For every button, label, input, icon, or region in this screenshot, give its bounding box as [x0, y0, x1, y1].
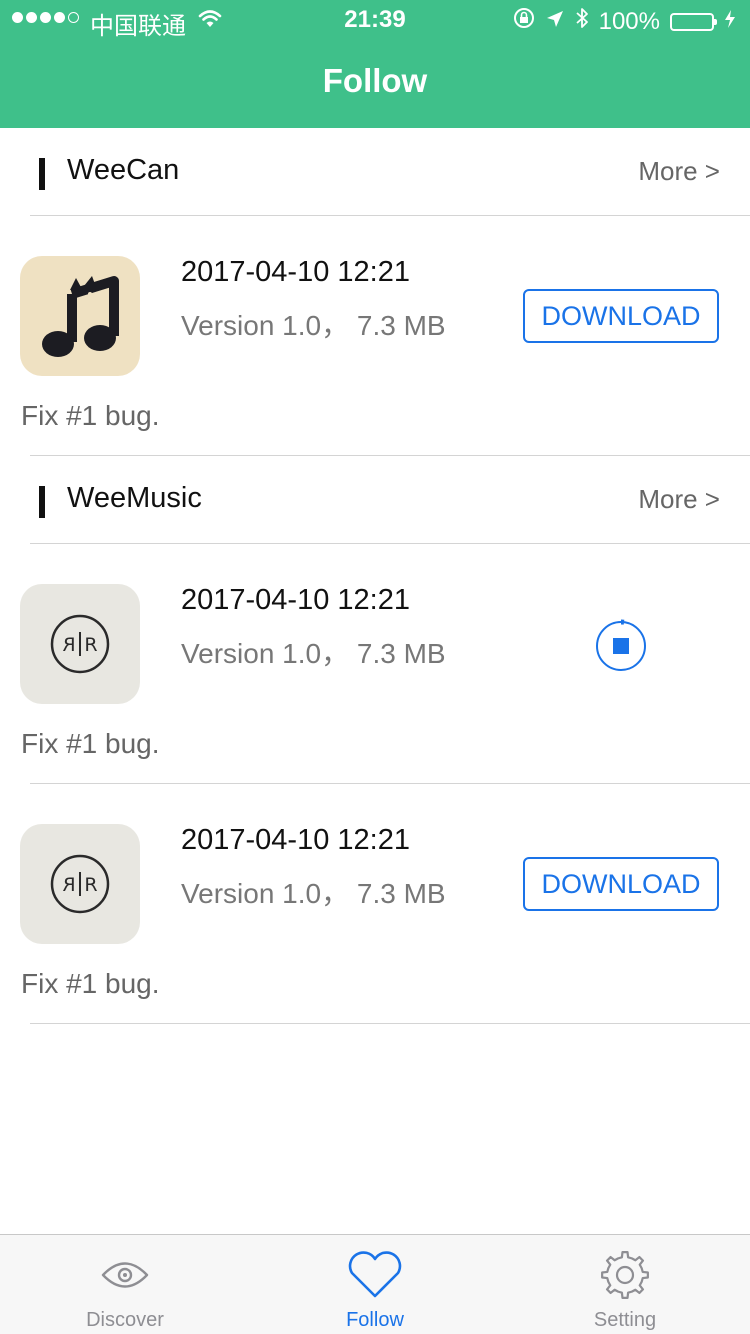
page-title: Follow	[322, 62, 428, 99]
svg-text:R: R	[84, 874, 97, 896]
more-link[interactable]: More >	[638, 484, 720, 515]
tab-label: Follow	[346, 1309, 404, 1331]
location-icon	[545, 8, 565, 36]
rr-logo-icon: R R	[20, 824, 140, 944]
section-header-weemusic: WeeMusic More >	[0, 458, 750, 544]
gear-icon	[595, 1249, 655, 1301]
screen: 中国联通 21:39 100% Follow WeeCan More > 201…	[0, 0, 750, 1334]
navigation-bar: 中国联通 21:39 100% Follow	[0, 0, 750, 128]
section-header-weecan: WeeCan More >	[0, 130, 750, 216]
battery-percent: 100%	[598, 7, 660, 35]
download-progress-stop-button[interactable]	[594, 619, 648, 673]
download-button[interactable]: DOWNLOAD	[523, 289, 719, 343]
tab-follow[interactable]: Follow	[250, 1235, 500, 1334]
svg-text:R: R	[84, 634, 97, 656]
release-date: 2017-04-10 12:21	[181, 824, 410, 856]
orientation-lock-icon	[513, 7, 535, 36]
release-date: 2017-04-10 12:21	[181, 256, 410, 288]
download-button[interactable]: DOWNLOAD	[523, 857, 719, 911]
list-item[interactable]: R R 2017-04-10 12:21 Version 1.0， 7.3 MB…	[0, 784, 750, 1024]
svg-text:R: R	[62, 874, 75, 896]
bluetooth-icon	[575, 7, 589, 36]
section-marker	[39, 486, 45, 518]
tab-label: Setting	[593, 1309, 657, 1331]
release-notes: Fix #1 bug.	[21, 968, 160, 999]
tab-setting[interactable]: Setting	[500, 1235, 750, 1334]
heart-icon	[345, 1249, 405, 1301]
more-link[interactable]: More >	[638, 156, 720, 187]
version-info: Version 1.0， 7.3 MB	[181, 878, 446, 909]
divider	[30, 1023, 750, 1024]
charging-icon	[724, 8, 736, 36]
battery-icon	[670, 12, 717, 31]
tab-label: Discover	[86, 1309, 164, 1331]
eye-icon	[95, 1249, 155, 1301]
svg-text:R: R	[62, 634, 75, 656]
section-marker	[39, 158, 45, 190]
status-bar: 中国联通 21:39 100%	[0, 0, 750, 40]
list-item[interactable]: 2017-04-10 12:21 Version 1.0， 7.3 MB DOW…	[0, 216, 750, 456]
divider	[30, 455, 750, 456]
release-notes: Fix #1 bug.	[21, 728, 160, 759]
version-info: Version 1.0， 7.3 MB	[181, 638, 446, 669]
tab-bar: Discover Follow Setting	[0, 1234, 750, 1334]
rr-logo-icon: R R	[20, 584, 140, 704]
section-title: WeeMusic	[67, 482, 202, 514]
tab-discover[interactable]: Discover	[0, 1235, 250, 1334]
version-info: Version 1.0， 7.3 MB	[181, 310, 446, 341]
weecan-music-note-icon	[20, 256, 140, 376]
release-notes: Fix #1 bug.	[21, 400, 160, 431]
section-title: WeeCan	[67, 154, 180, 186]
list-item[interactable]: R R 2017-04-10 12:21 Version 1.0， 7.3 MB…	[0, 544, 750, 784]
release-date: 2017-04-10 12:21	[181, 584, 410, 616]
